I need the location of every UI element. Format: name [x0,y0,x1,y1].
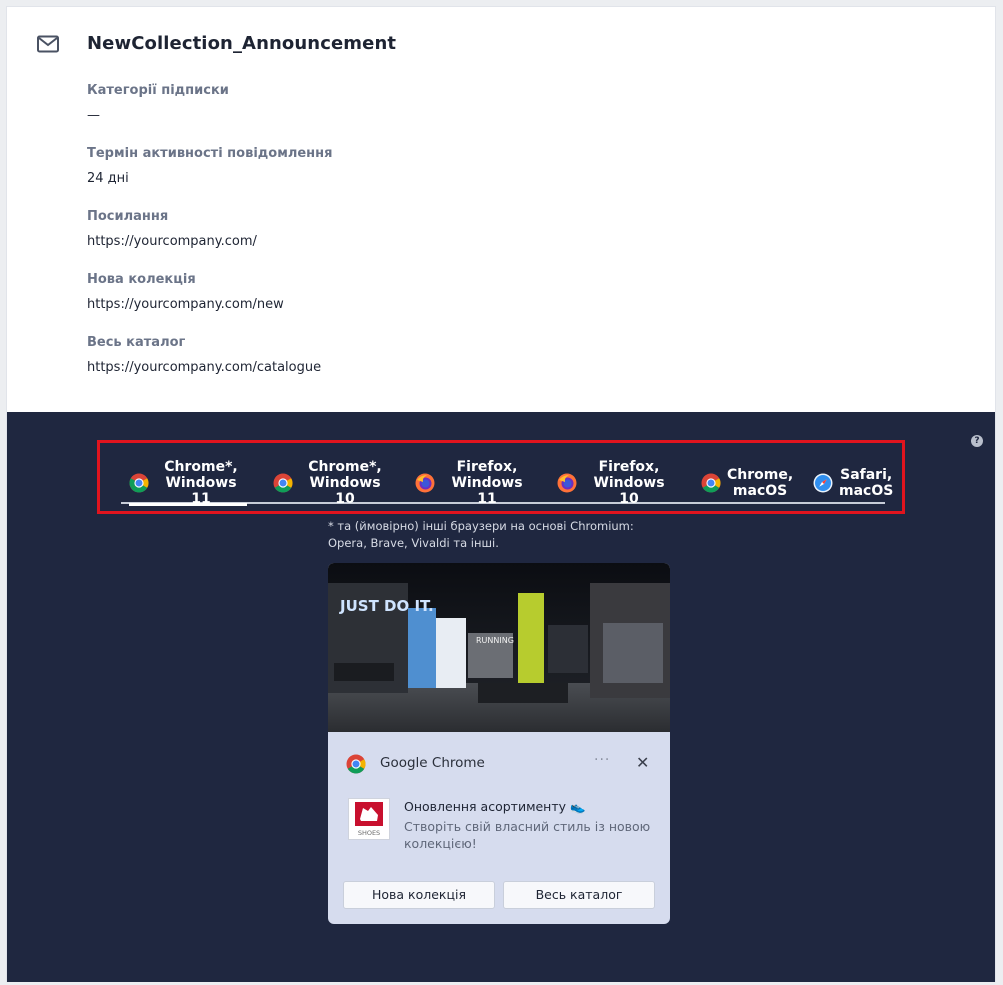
subscription-categories-value: — [87,108,100,123]
thumb-text: SHOES [358,829,380,837]
envelope-icon [37,35,59,53]
notification-body: Створіть свій власний стиль із новою кол… [404,819,651,851]
push-notification-preview: JUST DO IT. RUNNING Google Chrome ··· ✕ [328,563,670,924]
subscription-categories-label: Категорії підписки [87,83,229,98]
new-collection-button[interactable]: Нова колекція [343,881,495,909]
close-icon[interactable]: ✕ [636,754,649,772]
tab-firefox-windows-11[interactable]: Firefox, Windows 11 [415,459,533,507]
message-card: NewCollection_Announcement Категорії під… [6,6,996,982]
firefox-icon [557,473,577,493]
message-details: Категорії підписки — Термін активності п… [87,81,332,396]
link-value: https://yourcompany.com/ [87,234,257,249]
new-collection-label: Нова колекція [87,272,196,287]
tab-label: Safari, macOS [839,467,894,499]
notification-app-name: Google Chrome [380,755,485,771]
tab-chrome-macos[interactable]: Chrome, macOS [701,462,793,504]
tab-label: Firefox, Windows 10 [593,459,665,507]
safari-icon [813,473,833,493]
ttl-value: 24 дні [87,171,129,186]
notification-header: Google Chrome ··· ✕ [328,732,670,796]
chrome-icon [273,473,293,493]
browser-tabs: Chrome*, Windows 11 Chrome*, Windows 10 [121,459,893,507]
shoe-logo-icon: SHOES [355,802,383,837]
catalogue-value: https://yourcompany.com/catalogue [87,360,322,375]
catalogue-label: Весь каталог [87,335,186,350]
tab-label: Chrome, macOS [727,467,794,499]
tab-safari-macos[interactable]: Safari, macOS [813,462,893,504]
link-label: Посилання [87,209,169,224]
catalogue-button[interactable]: Весь каталог [503,881,655,909]
store-hero-image: JUST DO IT. RUNNING [328,563,670,732]
tab-firefox-windows-10[interactable]: Firefox, Windows 10 [557,459,675,507]
chrome-icon [129,473,149,493]
tab-label: Chrome*, Windows 11 [164,459,238,507]
push-preview-panel: ? Chrome*, Windows 11 Chrome*, Windows 1… [7,412,995,982]
ttl-label: Термін активності повідомлення [87,146,333,161]
notification-title: Оновлення асортименту 👟 [404,799,586,814]
chrome-icon [346,754,366,774]
tab-label: Firefox, Windows 11 [451,459,523,507]
tab-chrome-windows-11[interactable]: Chrome*, Windows 11 [129,459,247,507]
chromium-footnote: * та (ймовірно) інші браузери на основі … [328,519,634,550]
hero-text-left: JUST DO IT. [339,597,434,615]
notification-thumbnail: SHOES [348,798,390,840]
hero-text-mid: RUNNING [476,636,514,645]
message-title: NewCollection_Announcement [87,33,397,54]
new-collection-value: https://yourcompany.com/new [87,297,284,312]
chrome-icon [701,473,721,493]
tab-label: Chrome*, Windows 10 [308,459,382,507]
help-icon[interactable]: ? [971,435,983,447]
more-options-icon[interactable]: ··· [594,752,610,768]
tab-chrome-windows-10[interactable]: Chrome*, Windows 10 [273,459,391,507]
firefox-icon [415,473,435,493]
